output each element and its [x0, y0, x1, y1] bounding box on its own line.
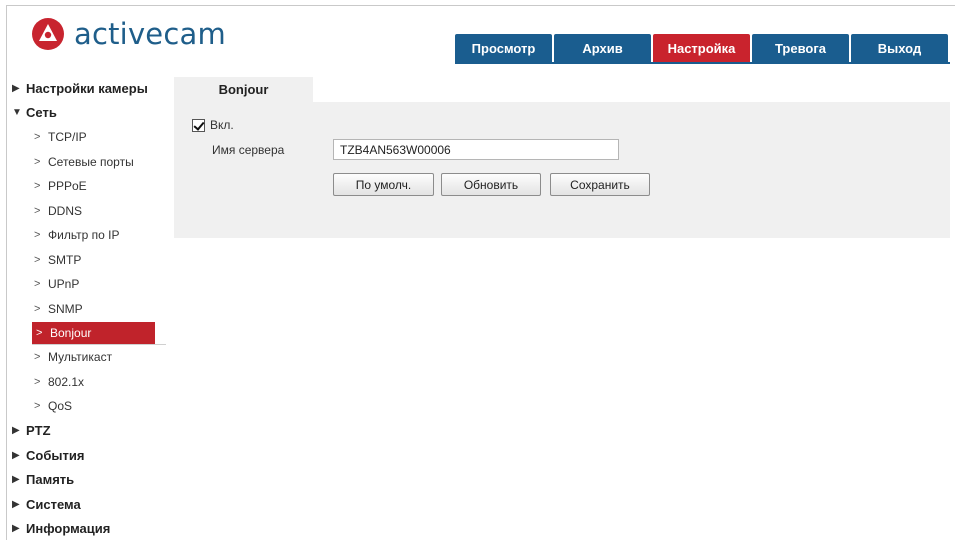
expand-triangle-icon: ▶ — [12, 449, 20, 461]
sidebar-item-tcpip[interactable]: > TCP/IP — [12, 125, 168, 150]
sidebar-section-label: События — [26, 447, 85, 463]
sidebar-item-label: SNMP — [48, 301, 83, 316]
collapse-triangle-icon: ▼ — [12, 107, 22, 119]
sidebar-section-label: Информация — [26, 521, 111, 537]
sidebar-item-label: Фильтр по IP — [48, 228, 120, 243]
sidebar-item-multicast[interactable]: > Мультикаст — [12, 345, 168, 370]
chevron-right-icon: > — [34, 351, 41, 364]
sidebar-item-qos[interactable]: > QoS — [12, 394, 168, 419]
chevron-right-icon: > — [36, 327, 43, 339]
sidebar-section-storage[interactable]: ▶ Память — [12, 468, 168, 493]
sidebar-item-snmp[interactable]: > SNMP — [12, 297, 168, 322]
server-name-label: Имя сервера — [212, 143, 285, 157]
page-frame-left — [6, 5, 7, 540]
sidebar-section-network[interactable]: ▼ Сеть — [12, 101, 168, 126]
tab-view[interactable]: Просмотр — [455, 34, 552, 63]
enable-label: Вкл. — [210, 118, 234, 132]
chevron-right-icon: > — [34, 229, 41, 242]
sidebar-section-ptz[interactable]: ▶ PTZ — [12, 419, 168, 444]
chevron-right-icon: > — [34, 253, 41, 266]
chevron-right-icon: > — [34, 131, 41, 144]
sidebar-section-information[interactable]: ▶ Информация — [12, 517, 168, 540]
sidebar-item-label: Bonjour — [50, 326, 92, 340]
sidebar-item-pppoe[interactable]: > PPPoE — [12, 174, 168, 199]
sidebar-section-events[interactable]: ▶ События — [12, 443, 168, 468]
expand-triangle-icon: ▶ — [12, 425, 20, 437]
enable-checkbox[interactable] — [192, 118, 205, 132]
enable-checkbox-row[interactable]: Вкл. — [192, 118, 234, 132]
sidebar-item-network-ports[interactable]: > Сетевые порты — [12, 150, 168, 175]
sidebar-item-smtp[interactable]: > SMTP — [12, 248, 168, 273]
sidebar: ▶ Настройки камеры ▼ Сеть > TCP/IP > Сет… — [12, 76, 168, 540]
chevron-right-icon: > — [34, 204, 41, 217]
sidebar-item-label: UPnP — [48, 277, 80, 292]
chevron-right-icon: > — [34, 375, 41, 388]
tab-settings[interactable]: Настройка — [653, 34, 750, 63]
page-frame-top — [6, 5, 955, 6]
sidebar-section-label: Система — [26, 496, 81, 512]
sidebar-section-label: Сеть — [26, 105, 57, 121]
expand-triangle-icon: ▶ — [12, 498, 20, 510]
sidebar-item-label: QoS — [48, 399, 73, 414]
tab-bonjour[interactable]: Bonjour — [174, 77, 313, 102]
sidebar-item-upnp[interactable]: > UPnP — [12, 272, 168, 297]
chevron-right-icon: > — [34, 180, 41, 193]
sidebar-item-label: PPPoE — [48, 179, 87, 194]
sidebar-item-label: SMTP — [48, 252, 82, 267]
tab-logout[interactable]: Выход — [851, 34, 948, 63]
topnav-underline — [455, 62, 950, 64]
expand-triangle-icon: ▶ — [12, 523, 20, 535]
sidebar-item-label: DDNS — [48, 203, 83, 218]
default-button[interactable]: По умолч. — [333, 173, 434, 196]
sidebar-item-label: Сетевые порты — [48, 154, 134, 169]
sidebar-item-label: Мультикаст — [48, 350, 113, 365]
sidebar-section-label: Настройки камеры — [26, 80, 148, 96]
sidebar-item-bonjour[interactable]: > Bonjour — [32, 322, 155, 344]
sidebar-item-ddns[interactable]: > DDNS — [12, 199, 168, 224]
tab-alarm[interactable]: Тревога — [752, 34, 849, 63]
sidebar-section-label: Память — [26, 472, 75, 488]
activecam-logo-icon — [32, 18, 64, 50]
sidebar-section-system[interactable]: ▶ Система — [12, 492, 168, 517]
settings-panel — [174, 102, 950, 238]
chevron-right-icon: > — [34, 278, 41, 291]
expand-triangle-icon: ▶ — [12, 82, 20, 94]
brand-name: activecam — [74, 17, 226, 51]
refresh-button[interactable]: Обновить — [441, 173, 541, 196]
server-name-input[interactable] — [333, 139, 619, 160]
top-navigation: Просмотр Архив Настройка Тревога Выход — [455, 34, 950, 63]
chevron-right-icon: > — [34, 155, 41, 168]
tab-archive[interactable]: Архив — [554, 34, 651, 63]
expand-triangle-icon: ▶ — [12, 474, 20, 486]
save-button[interactable]: Сохранить — [550, 173, 650, 196]
chevron-right-icon: > — [34, 400, 41, 413]
chevron-right-icon: > — [34, 302, 41, 315]
sidebar-item-label: 802.1x — [48, 374, 85, 389]
sidebar-section-camera-settings[interactable]: ▶ Настройки камеры — [12, 76, 168, 101]
brand-logo: activecam — [32, 17, 226, 51]
sidebar-item-ip-filter[interactable]: > Фильтр по IP — [12, 223, 168, 248]
sidebar-section-label: PTZ — [26, 423, 51, 439]
sidebar-item-8021x[interactable]: > 802.1x — [12, 370, 168, 395]
sidebar-item-label: TCP/IP — [48, 130, 87, 145]
